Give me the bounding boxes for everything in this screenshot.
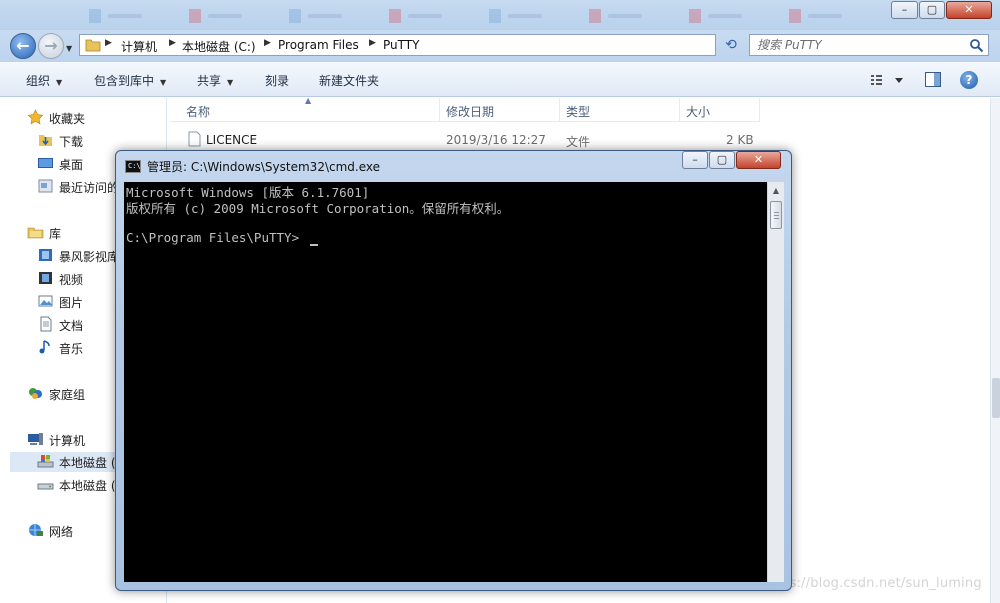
console-line: 版权所有 (c) 2009 Microsoft Corporation。保留所有… [126,201,510,216]
text-cursor [310,244,318,246]
nav-favorites[interactable]: 收藏夹 [27,108,167,128]
star-icon [27,109,44,125]
document-icon [40,316,52,332]
breadcrumb-computer[interactable]: 计算机 [121,38,157,55]
share-label: 共享 [197,74,222,88]
cmd-window-title: 管理员: C:\Windows\System32\cmd.exe [147,160,380,174]
burn-button[interactable]: 刻录 [265,72,289,89]
file-type: 文件 [566,135,591,149]
forward-button[interactable]: → [38,33,64,59]
window-title-strip: – ▢ ✕ [0,0,1000,30]
cmd-close-button[interactable]: ✕ [736,151,781,169]
breadcrumb-local-disk-c[interactable]: 本地磁盘 (C:) [182,38,256,55]
console-output[interactable]: Microsoft Windows [版本 6.1.7601] 版权所有 (c)… [124,182,769,582]
downloads-folder-icon [39,135,52,146]
include-in-library-label: 包含到库中 [94,74,155,88]
desktop-icon [38,158,53,168]
nav-downloads[interactable]: 下载 [37,131,167,151]
address-bar[interactable]: ▶ 计算机 ▶ 本地磁盘 (C:) ▶ Program Files ▶ PuTT… [79,34,789,56]
background-window-tab [88,8,158,24]
breadcrumb-program-files[interactable]: Program Files [278,38,359,52]
library-icon [27,227,44,239]
chevron-right-icon[interactable]: ▶ [369,38,376,48]
console-prompt: C:\Program Files\PuTTY> [126,230,300,245]
background-window-tab [788,8,858,24]
column-size[interactable]: 大小 [680,98,760,122]
command-prompt-icon[interactable]: C:\ [125,160,141,173]
file-name: LICENCE [206,133,258,147]
breadcrumb-putty[interactable]: PuTTY [383,38,419,52]
minimize-button[interactable]: – [891,1,918,19]
watermark-text: https://blog.csdn.net/sun_luming [762,576,982,591]
picture-icon [38,295,53,307]
background-window-tab [288,8,358,24]
help-icon[interactable]: ? [960,71,978,89]
dropdown-arrow-icon: ▼ [160,78,167,87]
share-menu[interactable]: 共享 ▼ [197,72,233,89]
column-header: 名称 ▲ 修改日期 类型 大小 [170,96,760,122]
cmd-minimize-button[interactable]: – [682,151,708,169]
refresh-button[interactable]: ⟲ [719,35,743,55]
organize-label: 组织 [26,74,51,88]
include-in-library-menu[interactable]: 包含到库中 ▼ [94,72,166,89]
dropdown-arrow-icon: ▼ [227,78,234,87]
film-library-icon [39,249,52,261]
file-icon [188,131,201,147]
sort-ascending-icon: ▲ [305,96,312,105]
system-drive-icon [37,455,54,468]
command-toolbar: 组织 ▼ 包含到库中 ▼ 共享 ▼ 刻录 新建文件夹 [0,62,1000,97]
file-row[interactable]: LICENCE 2019/3/16 12:27 文件 2 KB [170,129,770,151]
background-window-tab [688,8,758,24]
close-button[interactable]: ✕ [946,1,992,19]
background-window-tab [388,8,458,24]
dropdown-arrow-icon: ▼ [56,78,63,87]
recent-places-icon [38,179,53,193]
background-window-tab [488,8,558,24]
drive-icon [37,483,54,490]
cmd-maximize-button[interactable]: ▢ [709,151,735,169]
chevron-right-icon[interactable]: ▶ [105,38,112,48]
new-folder-button[interactable]: 新建文件夹 [319,72,379,89]
search-box[interactable] [749,34,989,56]
scroll-thumb[interactable] [770,201,782,229]
search-input[interactable] [757,37,957,53]
file-modified: 2019/3/16 12:27 [446,133,546,147]
preview-pane-icon[interactable] [925,72,941,87]
file-size: 2 KB [726,133,754,147]
organize-menu[interactable]: 组织 ▼ [26,72,62,89]
back-button[interactable]: ← [10,33,36,59]
column-date-modified[interactable]: 修改日期 [440,98,560,122]
scroll-up-arrow-icon[interactable]: ▲ [768,182,784,199]
change-view-icon[interactable] [869,72,905,88]
background-window-tab [188,8,258,24]
recent-pages-dropdown[interactable]: ▼ [66,44,76,53]
homegroup-icon [29,388,42,399]
network-icon [29,524,43,536]
background-window-tab [588,8,658,24]
video-icon [39,272,52,284]
search-icon[interactable] [969,38,984,53]
maximize-button[interactable]: ▢ [919,1,945,19]
column-type[interactable]: 类型 [560,98,680,122]
folder-icon [85,39,101,52]
music-icon [39,340,50,354]
file-list-scrollbar[interactable] [990,98,1000,603]
cmd-window: C:\ 管理员: C:\Windows\System32\cmd.exe – ▢… [115,150,792,591]
computer-icon [28,433,43,445]
cmd-scrollbar[interactable]: ▲ [767,182,784,582]
chevron-right-icon[interactable]: ▶ [169,38,176,48]
chevron-right-icon[interactable]: ▶ [264,38,271,48]
